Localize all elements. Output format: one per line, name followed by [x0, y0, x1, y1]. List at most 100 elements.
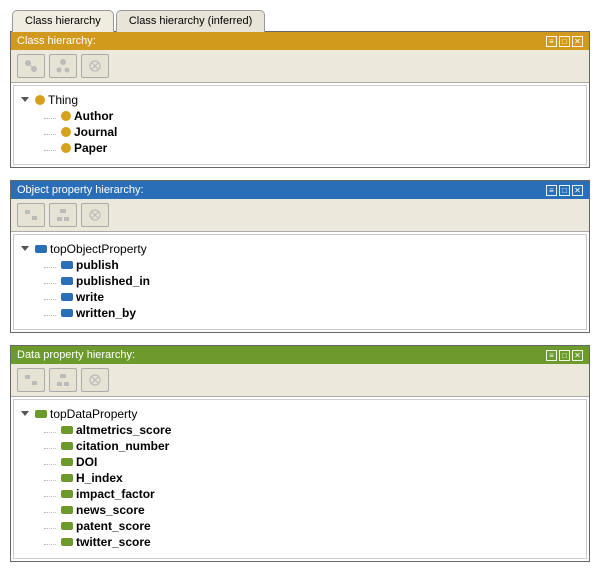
tree-node-label: DOI [76, 455, 97, 469]
add-sibling-property-button[interactable] [17, 203, 45, 227]
object-children: publish published_in write written_by [22, 257, 578, 321]
expand-caret-icon[interactable] [22, 409, 32, 419]
delete-property-button[interactable] [81, 368, 109, 392]
tree-node-label: twitter_score [76, 535, 151, 549]
tree-line-icon [44, 113, 56, 119]
delete-class-button[interactable] [81, 54, 109, 78]
delete-icon [87, 58, 103, 74]
delete-property-button[interactable] [81, 203, 109, 227]
tree-node-label: altmetrics_score [76, 423, 171, 437]
object-property-icon [35, 245, 47, 253]
tree-line-icon [44, 427, 56, 433]
add-child-property-button[interactable] [49, 203, 77, 227]
tree-node[interactable]: citation_number [44, 438, 578, 454]
tree-node[interactable]: Author [44, 108, 578, 124]
panel-window-controls: ≡ □ ✕ [546, 350, 583, 361]
tree-node-label: write [76, 290, 104, 304]
data-toolbar [11, 364, 589, 397]
panel-pin-icon[interactable]: ≡ [546, 36, 557, 47]
class-icon [61, 111, 71, 121]
panel-close-icon[interactable]: ✕ [572, 350, 583, 361]
data-property-icon [61, 442, 73, 450]
tree-node[interactable]: altmetrics_score [44, 422, 578, 438]
panel-window-controls: ≡ □ ✕ [546, 36, 583, 47]
tree-node[interactable]: news_score [44, 502, 578, 518]
tree-line-icon [44, 523, 56, 529]
add-child-icon [55, 58, 71, 74]
tree-line-icon [44, 310, 56, 316]
tab-class-hierarchy[interactable]: Class hierarchy [12, 10, 114, 32]
class-hierarchy-title: Class hierarchy: [17, 35, 96, 47]
panel-window-controls: ≡ □ ✕ [546, 185, 583, 196]
tree-root-label: topObjectProperty [50, 242, 147, 256]
tree-node-label: news_score [76, 503, 145, 517]
tree-line-icon [44, 278, 56, 284]
data-children: altmetrics_score citation_number DOI H_i… [22, 422, 578, 550]
hierarchy-tabs: Class hierarchy Class hierarchy (inferre… [12, 10, 590, 32]
tree-line-icon [44, 443, 56, 449]
tree-node[interactable]: DOI [44, 454, 578, 470]
object-property-icon [61, 261, 73, 269]
tree-line-icon [44, 507, 56, 513]
data-tree[interactable]: topDataProperty altmetrics_score citatio… [13, 399, 587, 559]
tree-node-label: H_index [76, 471, 123, 485]
tree-line-icon [44, 459, 56, 465]
add-sibling-class-button[interactable] [17, 54, 45, 78]
add-child-property-button[interactable] [49, 368, 77, 392]
class-icon [61, 143, 71, 153]
tree-node[interactable]: patent_score [44, 518, 578, 534]
add-child-icon [55, 207, 71, 223]
tree-node-label: written_by [76, 306, 136, 320]
tree-node-label: citation_number [76, 439, 169, 453]
panel-minimize-icon[interactable]: □ [559, 350, 570, 361]
tree-node-label: Paper [74, 141, 107, 155]
data-property-title: Data property hierarchy: [17, 349, 135, 361]
tree-root-node[interactable]: topObjectProperty [22, 241, 578, 257]
expand-caret-icon[interactable] [22, 95, 32, 105]
tree-node-label: published_in [76, 274, 150, 288]
tree-node[interactable]: twitter_score [44, 534, 578, 550]
tree-node[interactable]: Journal [44, 124, 578, 140]
expand-caret-icon[interactable] [22, 244, 32, 254]
panel-minimize-icon[interactable]: □ [559, 36, 570, 47]
tree-line-icon [44, 539, 56, 545]
add-child-class-button[interactable] [49, 54, 77, 78]
tree-node[interactable]: published_in [44, 273, 578, 289]
tree-node[interactable]: written_by [44, 305, 578, 321]
data-property-icon [61, 426, 73, 434]
tree-node[interactable]: publish [44, 257, 578, 273]
tab-class-hierarchy-inferred[interactable]: Class hierarchy (inferred) [116, 10, 265, 32]
tree-node[interactable]: Paper [44, 140, 578, 156]
add-sibling-property-button[interactable] [17, 368, 45, 392]
panel-pin-icon[interactable]: ≡ [546, 185, 557, 196]
tree-node[interactable]: write [44, 289, 578, 305]
class-children: Author Journal Paper [22, 108, 578, 156]
tree-root-node[interactable]: topDataProperty [22, 406, 578, 422]
add-sibling-icon [23, 372, 39, 388]
tree-node-label: patent_score [76, 519, 151, 533]
data-property-icon [61, 474, 73, 482]
data-property-icon [61, 522, 73, 530]
object-toolbar [11, 199, 589, 232]
tree-line-icon [44, 129, 56, 135]
object-property-panel: Object property hierarchy: ≡ □ ✕ topObje… [10, 180, 590, 333]
object-tree[interactable]: topObjectProperty publish published_in w… [13, 234, 587, 330]
tree-node-label: publish [76, 258, 119, 272]
tree-root-node[interactable]: Thing [22, 92, 578, 108]
object-property-title: Object property hierarchy: [17, 184, 144, 196]
data-property-icon [35, 410, 47, 418]
object-property-icon [61, 293, 73, 301]
tree-node-label: Journal [74, 125, 117, 139]
class-hierarchy-panel: Class hierarchy: ≡ □ ✕ Thing Author Jour… [10, 31, 590, 168]
panel-pin-icon[interactable]: ≡ [546, 350, 557, 361]
class-toolbar [11, 50, 589, 83]
panel-close-icon[interactable]: ✕ [572, 36, 583, 47]
panel-minimize-icon[interactable]: □ [559, 185, 570, 196]
tree-node-label: Author [74, 109, 113, 123]
tree-line-icon [44, 294, 56, 300]
tree-node[interactable]: H_index [44, 470, 578, 486]
tree-line-icon [44, 475, 56, 481]
tree-node[interactable]: impact_factor [44, 486, 578, 502]
panel-close-icon[interactable]: ✕ [572, 185, 583, 196]
class-tree[interactable]: Thing Author Journal Paper [13, 85, 587, 165]
